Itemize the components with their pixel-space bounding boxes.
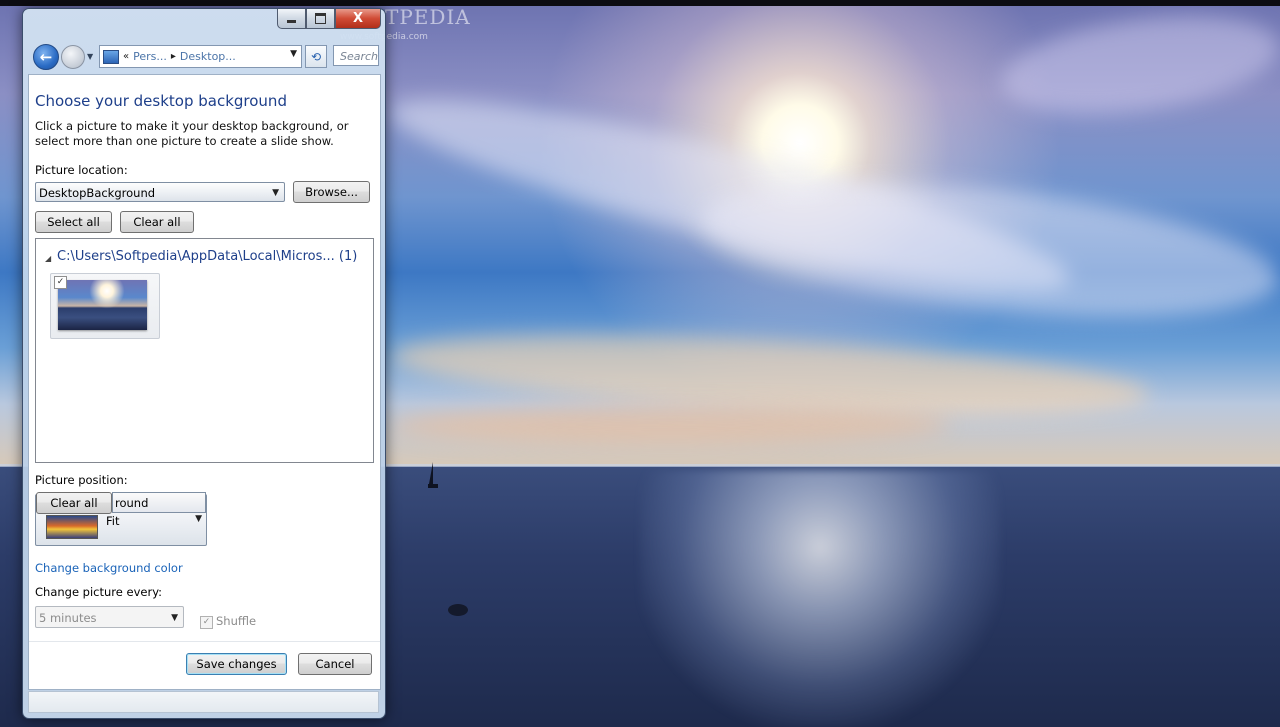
refresh-button[interactable]: ⟲ — [305, 45, 327, 68]
change-background-color-link[interactable]: Change background color — [35, 561, 183, 575]
address-dropdown-icon[interactable]: ▼ — [290, 49, 297, 59]
rock — [448, 604, 468, 616]
position-preview-icon — [46, 515, 98, 539]
picture-list: ◢ C:\Users\Softpedia\AppData\Local\Micro… — [35, 238, 374, 463]
picture-position-value: Fit — [106, 514, 120, 528]
overlay-text-field: round — [112, 492, 206, 513]
status-bar — [28, 691, 379, 713]
clear-all-button[interactable]: Clear all — [120, 211, 194, 233]
breadcrumb-separator-icon[interactable]: ▸ — [171, 51, 176, 62]
sailboat-icon — [428, 462, 438, 488]
forward-button[interactable] — [61, 45, 85, 69]
picture-location-select[interactable]: DesktopBackground ▼ — [35, 182, 285, 202]
interval-value: 5 minutes — [39, 611, 97, 625]
select-all-button[interactable]: Select all — [35, 211, 112, 233]
thumbnail-checkbox[interactable]: ✓ — [54, 276, 67, 289]
close-icon: X — [352, 11, 364, 26]
caption-buttons: X — [277, 9, 381, 29]
shuffle-checkbox[interactable]: ✓ — [200, 616, 213, 629]
minimize-button[interactable] — [277, 9, 306, 29]
shuffle-label: Shuffle — [216, 614, 257, 628]
chevron-down-icon: ▼ — [272, 188, 279, 198]
picture-position-select[interactable]: Fit ▼ round Clear all — [35, 492, 207, 546]
picture-location-value: DesktopBackground — [39, 186, 156, 200]
maximize-button[interactable] — [306, 9, 335, 29]
content-pane: Choose your desktop background Click a p… — [28, 74, 381, 690]
wallpaper-thumbnail-image — [58, 280, 147, 330]
footer-divider — [29, 641, 380, 642]
breadcrumb-desktop-background[interactable]: Desktop... — [180, 50, 236, 63]
address-bar[interactable]: « Pers... ▸ Desktop... ▼ — [99, 45, 302, 68]
collapse-group-icon[interactable]: ◢ — [45, 254, 51, 263]
save-changes-button[interactable]: Save changes — [186, 653, 287, 675]
page-description: Click a picture to make it your desktop … — [35, 119, 349, 148]
back-button[interactable]: ← — [33, 44, 59, 70]
chevron-down-icon: ▼ — [195, 514, 202, 524]
cancel-button[interactable]: Cancel — [298, 653, 372, 675]
picture-position-label: Picture position: — [35, 473, 128, 487]
close-button[interactable]: X — [335, 9, 381, 29]
refresh-icon: ⟲ — [310, 49, 322, 64]
sun-reflection — [640, 470, 1000, 727]
picture-location-label: Picture location: — [35, 163, 128, 177]
overlay-clear-all-button[interactable]: Clear all — [36, 492, 112, 514]
page-title: Choose your desktop background — [35, 92, 287, 110]
picture-thumbnail[interactable]: ✓ — [50, 273, 160, 339]
browse-button[interactable]: Browse... — [293, 181, 370, 203]
search-input[interactable]: Search — [333, 45, 379, 66]
maximize-icon — [315, 13, 326, 24]
picture-group-header[interactable]: C:\Users\Softpedia\AppData\Local\Micros.… — [57, 249, 357, 264]
back-arrow-icon: ← — [39, 48, 53, 66]
address-prefix[interactable]: « — [123, 51, 129, 62]
recent-pages-dropdown-icon[interactable]: ▼ — [87, 52, 93, 61]
chevron-down-icon: ▼ — [171, 613, 178, 623]
change-picture-every-label: Change picture every: — [35, 585, 163, 599]
wallpaper-cloud — [390, 405, 950, 445]
desktop-background-window: X ← ▼ « Pers... ▸ Desktop... ▼ ⟲ Search … — [22, 8, 386, 719]
interval-select[interactable]: 5 minutes ▼ — [35, 606, 184, 628]
breadcrumb-personalization[interactable]: Pers... — [133, 50, 167, 63]
control-panel-icon — [103, 49, 119, 64]
screen-top-edge — [0, 0, 1280, 6]
minimize-icon — [287, 20, 296, 23]
